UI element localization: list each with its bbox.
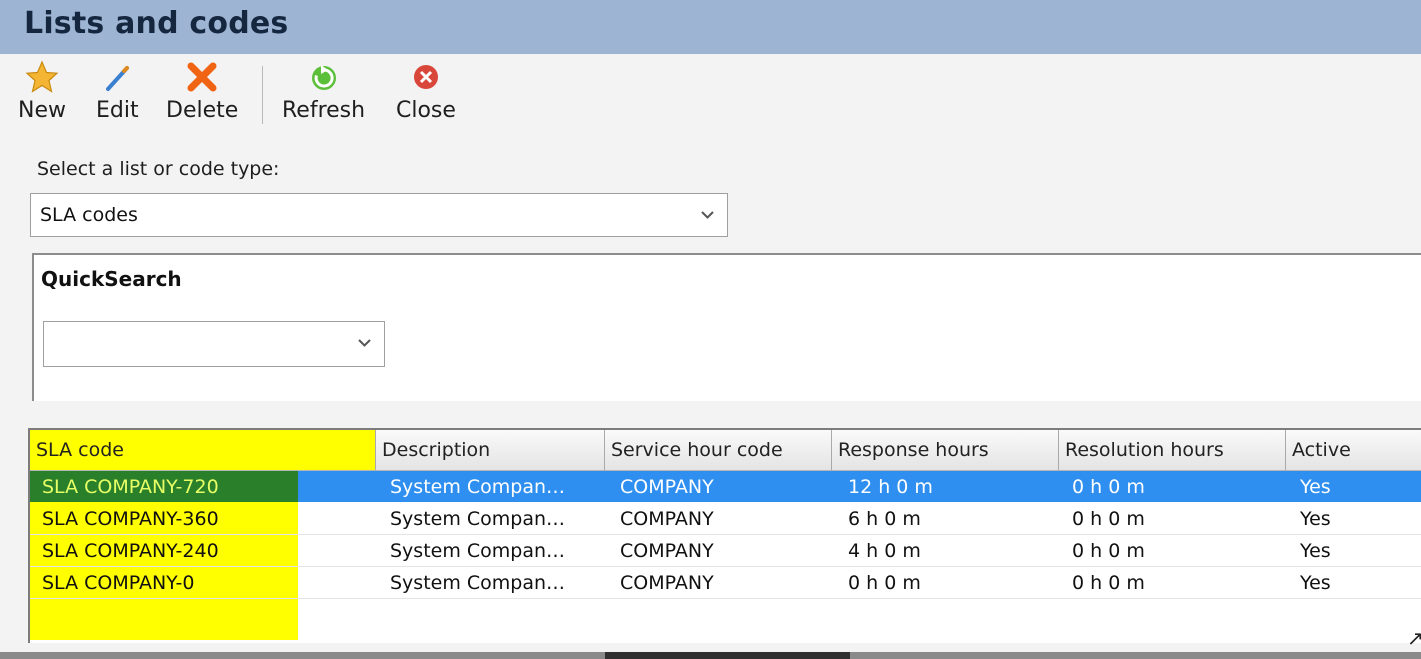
- new-button[interactable]: New: [18, 60, 66, 134]
- column-header-service-hour-code[interactable]: Service hour code: [605, 430, 832, 470]
- toolbar: New Edit Delete Refresh Close: [0, 56, 1421, 136]
- table-row[interactable]: SLA COMPANY-720 System Compan… COMPANY 1…: [30, 471, 1421, 502]
- chevron-down-icon: [701, 211, 714, 219]
- cell-service-hour-code: COMPANY: [620, 476, 714, 498]
- star-icon: [25, 60, 59, 93]
- new-label: New: [18, 98, 66, 123]
- cell-resolution-hours: 0 h 0 m: [1072, 540, 1145, 562]
- delete-x-icon: [187, 62, 217, 92]
- cell-description: System Compan…: [390, 540, 566, 562]
- refresh-button[interactable]: Refresh: [282, 60, 365, 134]
- bottom-bar: [0, 652, 1421, 659]
- bottom-bar-segment: [605, 652, 850, 659]
- cell-response-hours: 4 h 0 m: [848, 540, 921, 562]
- title-bar: Lists and codes: [0, 0, 1421, 54]
- cell-resolution-hours: 0 h 0 m: [1072, 572, 1145, 594]
- cell-sla-code: SLA COMPANY-240: [42, 540, 219, 562]
- refresh-icon: [311, 65, 336, 90]
- table-header: SLA code Description Service hour code R…: [30, 430, 1421, 471]
- table-row[interactable]: SLA COMPANY-0 System Compan… COMPANY 0 h…: [30, 567, 1421, 599]
- cell-service-hour-code: COMPANY: [620, 572, 714, 594]
- cell-description: System Compan…: [390, 572, 566, 594]
- quicksearch-panel: QuickSearch: [32, 253, 1421, 401]
- chevron-down-icon: [358, 339, 371, 347]
- cell-active: Yes: [1300, 540, 1331, 562]
- cell-resolution-hours: 0 h 0 m: [1072, 476, 1145, 498]
- cell-sla-code: SLA COMPANY-0: [42, 572, 195, 594]
- window-title: Lists and codes: [24, 6, 289, 41]
- column-header-resolution-hours[interactable]: Resolution hours: [1059, 430, 1286, 470]
- edit-label: Edit: [96, 98, 139, 123]
- cell-description: System Compan…: [390, 508, 566, 530]
- quicksearch-title: QuickSearch: [41, 267, 182, 291]
- column-header-description[interactable]: Description: [376, 430, 605, 470]
- cell-service-hour-code: COMPANY: [620, 508, 714, 530]
- column-header-active[interactable]: Active: [1286, 430, 1421, 470]
- quicksearch-dropdown[interactable]: [43, 321, 385, 367]
- close-circle-icon: [413, 65, 438, 89]
- code-type-value: SLA codes: [40, 204, 138, 226]
- refresh-label: Refresh: [282, 98, 366, 123]
- code-type-dropdown[interactable]: SLA codes: [30, 193, 728, 237]
- toolbar-separator: [262, 66, 263, 124]
- cell-sla-code: SLA COMPANY-720: [42, 476, 219, 498]
- column-header-response-hours[interactable]: Response hours: [832, 430, 1059, 470]
- cell-active: Yes: [1300, 476, 1331, 498]
- sla-codes-table: SLA code Description Service hour code R…: [28, 428, 1421, 643]
- cell-response-hours: 0 h 0 m: [848, 572, 921, 594]
- resize-grip-icon[interactable]: ↗: [1407, 626, 1421, 650]
- cell-service-hour-code: COMPANY: [620, 540, 714, 562]
- cell-sla-code: SLA COMPANY-360: [42, 508, 219, 530]
- cell-resolution-hours: 0 h 0 m: [1072, 508, 1145, 530]
- edit-button[interactable]: Edit: [96, 60, 139, 134]
- code-type-label: Select a list or code type:: [37, 158, 280, 180]
- cell-active: Yes: [1300, 572, 1331, 594]
- delete-button[interactable]: Delete: [166, 60, 238, 134]
- cell-description: System Compan…: [390, 476, 566, 498]
- close-label: Close: [396, 98, 456, 123]
- pencil-icon: [106, 66, 130, 91]
- cell-response-hours: 6 h 0 m: [848, 508, 921, 530]
- cell-active: Yes: [1300, 508, 1331, 530]
- close-button[interactable]: Close: [396, 60, 456, 134]
- cell-response-hours: 12 h 0 m: [848, 476, 933, 498]
- delete-label: Delete: [166, 98, 239, 123]
- table-row[interactable]: SLA COMPANY-360 System Compan… COMPANY 6…: [30, 503, 1421, 535]
- table-row[interactable]: SLA COMPANY-240 System Compan… COMPANY 4…: [30, 535, 1421, 567]
- column-header-sla-code[interactable]: SLA code: [30, 430, 376, 470]
